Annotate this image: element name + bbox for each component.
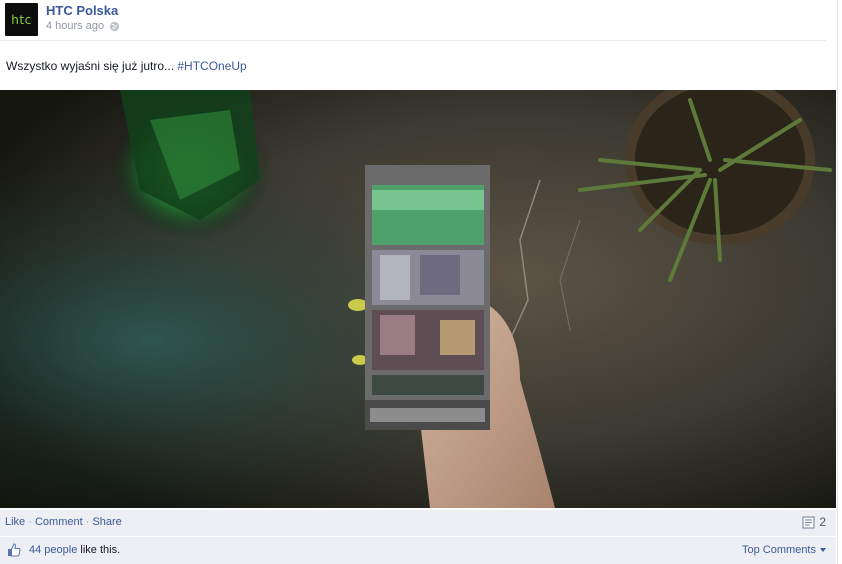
post-photo[interactable]: [0, 90, 836, 508]
avatar[interactable]: htc: [5, 3, 38, 36]
comment-count[interactable]: 2: [802, 515, 826, 529]
page-name-link[interactable]: HTC Polska: [46, 3, 118, 18]
facebook-post: htc HTC Polska 4 hours ago Wszystko wyja…: [0, 0, 842, 564]
separator: ·: [82, 516, 93, 528]
header-divider: [0, 40, 826, 41]
share-link[interactable]: Share: [92, 516, 121, 528]
comment-icon: [802, 516, 815, 528]
likes-suffix: like this.: [77, 544, 121, 556]
post-meta: 4 hours ago: [46, 20, 120, 32]
like-link[interactable]: Like: [5, 516, 25, 528]
thumbs-up-icon: [8, 543, 21, 557]
comment-link[interactable]: Comment: [35, 516, 83, 528]
likes-bar: 44 people like this. Top Comments: [0, 537, 836, 564]
action-bar: Like · Comment · Share 2: [0, 510, 836, 537]
globe-icon[interactable]: [109, 21, 120, 32]
post-message: Wszystko wyjaśni się już jutro... #HTCOn…: [6, 59, 247, 73]
caret-down-icon: [820, 548, 826, 552]
top-comments-label: Top Comments: [742, 544, 816, 556]
likes-summary: 44 people like this.: [29, 544, 120, 556]
post-actions: Like · Comment · Share: [5, 516, 122, 528]
message-text: Wszystko wyjaśni się już jutro...: [6, 59, 178, 73]
hashtag-link[interactable]: #HTCOneUp: [177, 59, 246, 73]
post-header: htc HTC Polska 4 hours ago: [0, 0, 836, 40]
photo-image: [0, 90, 836, 508]
timestamp[interactable]: 4 hours ago: [46, 20, 104, 32]
avatar-logo-text: htc: [11, 12, 32, 27]
top-comments-dropdown[interactable]: Top Comments: [742, 544, 826, 556]
right-border: [837, 0, 838, 564]
separator: ·: [25, 516, 35, 528]
likers-link[interactable]: 44 people: [29, 544, 77, 556]
comment-count-value: 2: [819, 515, 826, 529]
